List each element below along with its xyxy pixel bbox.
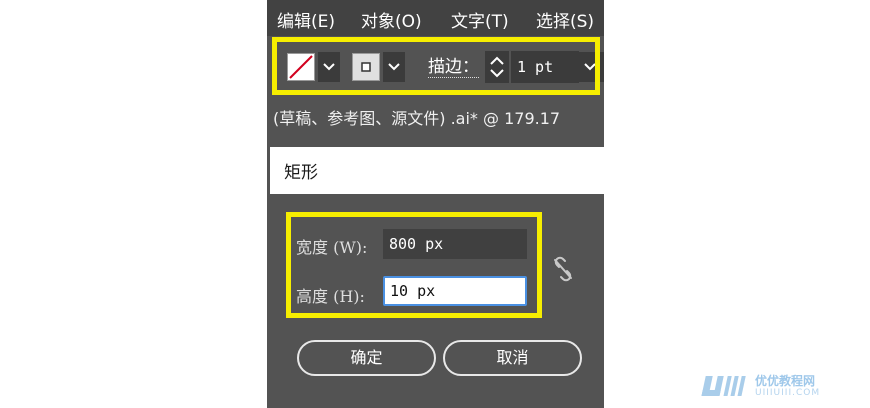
dialog-title: 矩形 — [284, 163, 318, 183]
menu-bar: 编辑(E) 对象(O) 文字(T) 选择(S) — [267, 0, 604, 36]
document-title: (草稿、参考图、源文件) .ai* @ 179.17 — [273, 109, 561, 128]
uiiiuiii-logo-icon — [701, 376, 746, 396]
highlight-box-dimensions — [286, 212, 542, 318]
menu-select[interactable]: 选择(S) — [536, 7, 594, 32]
document-tab[interactable]: (草稿、参考图、源文件) .ai* @ 179.17 — [267, 98, 604, 136]
menu-edit[interactable]: 编辑(E) — [277, 7, 335, 32]
menu-type[interactable]: 文字(T) — [451, 7, 509, 32]
illustrator-window: 编辑(E) 对象(O) 文字(T) 选择(S) 描边： 1 pt (草稿、参考图… — [267, 0, 604, 408]
watermark-text: 优优教程网 — [755, 374, 816, 388]
watermark: 优优教程网 UIIIUIII.COM — [697, 370, 867, 404]
ok-button[interactable]: 确定 — [297, 340, 436, 376]
broken-link-icon — [554, 256, 572, 282]
constrain-proportions-toggle[interactable] — [550, 254, 576, 284]
rectangle-dialog-titlebar: 矩形 — [270, 147, 604, 194]
menu-object[interactable]: 对象(O) — [361, 7, 422, 32]
highlight-box-toolbar — [272, 37, 600, 95]
rectangle-dialog: 宽度 (W): 800 px 高度 (H): 10 px 确定 取消 — [270, 194, 604, 408]
cancel-button[interactable]: 取消 — [443, 340, 582, 376]
watermark-url: UIIIUIII.COM — [755, 388, 821, 398]
